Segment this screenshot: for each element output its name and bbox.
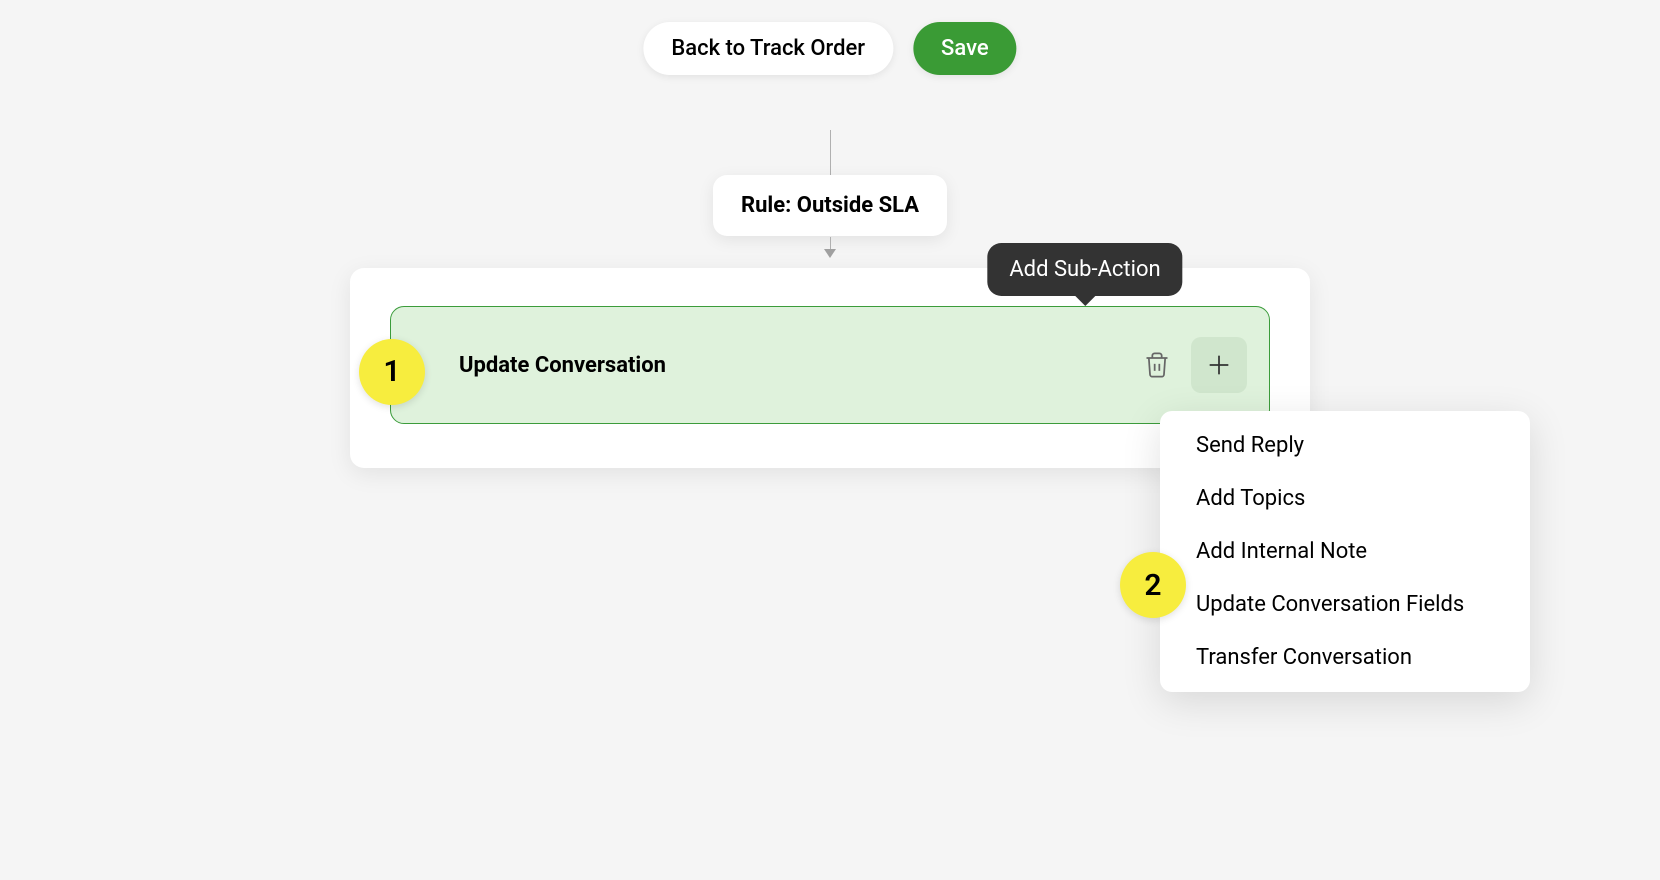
plus-icon	[1205, 351, 1233, 379]
delete-action-button[interactable]	[1129, 337, 1185, 393]
menu-item-update-conversation-fields[interactable]: Update Conversation Fields	[1160, 578, 1530, 631]
trash-icon	[1143, 351, 1171, 379]
add-sub-action-tooltip: Add Sub-Action	[987, 243, 1182, 296]
action-title: Update Conversation	[459, 353, 666, 378]
rule-node[interactable]: Rule: Outside SLA	[713, 175, 947, 236]
step-badge-1: 1	[359, 339, 425, 405]
save-button[interactable]: Save	[913, 22, 1017, 75]
step-badge-2: 2	[1120, 552, 1186, 618]
back-button[interactable]: Back to Track Order	[643, 22, 893, 75]
connector-arrow	[824, 237, 836, 258]
sub-action-menu: Send Reply Add Topics Add Internal Note …	[1160, 411, 1530, 692]
connector-line-top	[830, 130, 831, 175]
menu-item-add-topics[interactable]: Add Topics	[1160, 472, 1530, 525]
action-node[interactable]: 1 Update Conversation	[390, 306, 1270, 424]
add-sub-action-button[interactable]	[1191, 337, 1247, 393]
menu-item-transfer-conversation[interactable]: Transfer Conversation	[1160, 631, 1530, 684]
action-icons	[1129, 337, 1247, 393]
menu-item-add-internal-note[interactable]: Add Internal Note	[1160, 525, 1530, 578]
menu-item-send-reply[interactable]: Send Reply	[1160, 419, 1530, 472]
toolbar: Back to Track Order Save	[643, 22, 1016, 75]
